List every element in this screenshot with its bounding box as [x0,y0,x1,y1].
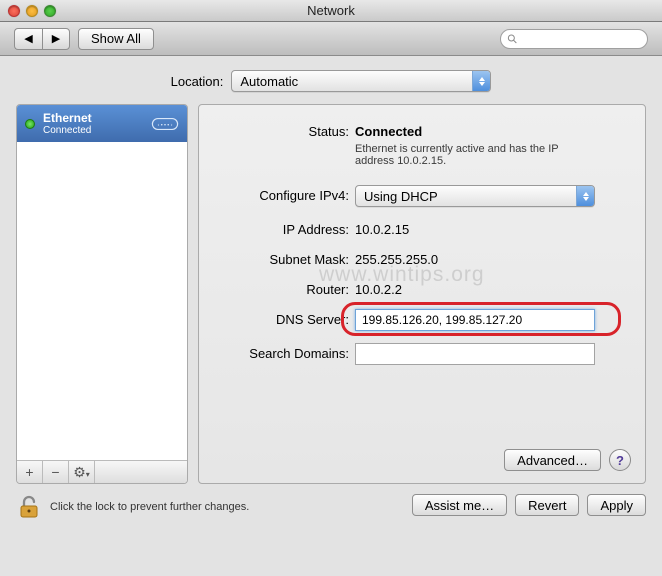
apply-button[interactable]: Apply [587,494,646,516]
titlebar: Network [0,0,662,22]
search-input[interactable] [522,32,641,46]
status-desc: Ethernet is currently active and has the… [355,143,595,167]
nav-segment: ◀ ▶ [14,28,70,50]
popup-arrows-icon [576,186,594,206]
location-row: Location: Automatic [16,70,646,92]
router-label: Router: [215,279,355,297]
mask-label: Subnet Mask: [215,249,355,267]
configure-ipv4-popup[interactable]: Using DHCP [355,185,595,207]
location-label: Location: [171,74,224,89]
popup-arrows-icon [472,71,490,91]
ip-label: IP Address: [215,219,355,237]
dns-server-input[interactable] [355,309,595,331]
mask-value: 255.255.255.0 [355,249,438,267]
forward-button[interactable]: ▶ [42,28,70,50]
search-domains-input[interactable] [355,343,595,365]
location-value: Automatic [240,74,298,89]
ip-value: 10.0.2.15 [355,219,409,237]
lock-text: Click the lock to prevent further change… [50,501,249,513]
service-status: Connected [43,125,92,136]
status-dot-icon [25,119,35,129]
back-button[interactable]: ◀ [14,28,42,50]
svg-text:‹•••›: ‹•••› [157,122,173,128]
config-value: Using DHCP [364,189,438,204]
add-service-button[interactable]: + [17,461,43,483]
location-popup[interactable]: Automatic [231,70,491,92]
help-button[interactable]: ? [609,449,631,471]
router-value: 10.0.2.2 [355,279,402,297]
revert-button[interactable]: Revert [515,494,579,516]
status-value: Connected [355,121,595,139]
close-button[interactable] [8,5,20,17]
config-label: Configure IPv4: [215,185,355,203]
detail-panel: Status: Connected Ethernet is currently … [198,104,646,484]
service-action-button[interactable]: ⚙▾ [69,461,95,483]
content: Location: Automatic Ethernet Connected ‹… [0,56,662,576]
lock-icon[interactable] [16,494,42,520]
search-field[interactable] [500,29,648,49]
search-icon [507,33,518,45]
toolbar: ◀ ▶ Show All [0,22,662,56]
advanced-button[interactable]: Advanced… [504,449,601,471]
assist-button[interactable]: Assist me… [412,494,507,516]
domains-label: Search Domains: [215,343,355,361]
sidebar-footer: + − ⚙▾ [17,460,187,483]
status-label: Status: [215,121,355,139]
window-title: Network [8,3,654,18]
minimize-button[interactable] [26,5,38,17]
ethernet-icon: ‹•••› [151,115,179,133]
show-all-button[interactable]: Show All [78,28,154,50]
dns-label: DNS Server: [215,309,355,327]
sidebar-item-ethernet[interactable]: Ethernet Connected ‹•••› [17,105,187,142]
zoom-button[interactable] [44,5,56,17]
service-sidebar: Ethernet Connected ‹•••› + − ⚙▾ [16,104,188,484]
remove-service-button[interactable]: − [43,461,69,483]
service-name: Ethernet [43,111,92,125]
